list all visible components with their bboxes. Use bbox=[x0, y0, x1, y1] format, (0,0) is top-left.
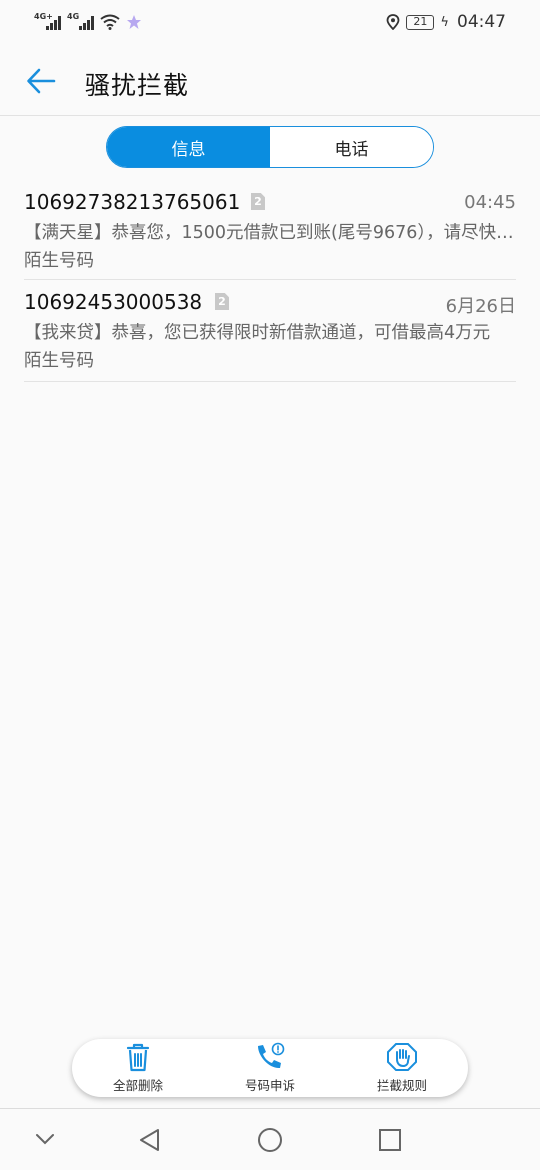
delete-all-button[interactable]: 全部删除 bbox=[78, 1042, 198, 1094]
block-rules-button[interactable]: 拦截规则 bbox=[342, 1042, 462, 1094]
signal-sim1-icon: 4G+ bbox=[34, 12, 61, 30]
tab-switcher: 信息 电话 bbox=[106, 126, 434, 168]
back-arrow-icon[interactable] bbox=[26, 66, 56, 96]
page-title: 骚扰拦截 bbox=[85, 71, 190, 100]
bottom-toolbar: 全部删除 号码申诉 拦截规则 bbox=[72, 1039, 468, 1097]
stranger-tag: 陌生号码 bbox=[24, 351, 94, 371]
battery-icon: 21 bbox=[406, 14, 435, 30]
signal-sim2-icon: 4G bbox=[67, 12, 94, 30]
status-right: 21 ϟ 04:47 bbox=[386, 12, 506, 32]
app-bar: 骚扰拦截 bbox=[0, 44, 540, 116]
wifi-icon bbox=[100, 14, 120, 30]
message-time: 04:45 bbox=[464, 192, 516, 213]
nav-home-icon[interactable] bbox=[257, 1127, 283, 1153]
sim-card-icon: 2 bbox=[251, 193, 265, 210]
message-preview: 【满天星】恭喜您，1500元借款已到账(尾号9676），请尽快查收 bbox=[24, 223, 516, 243]
system-nav-bar bbox=[0, 1108, 540, 1170]
notification-app-icon bbox=[127, 15, 141, 29]
number-appeal-button[interactable]: 号码申诉 bbox=[210, 1042, 330, 1094]
list-item[interactable]: 10692738213765061 2 04:45 【满天星】恭喜您，1500元… bbox=[24, 180, 516, 280]
nav-back-icon[interactable] bbox=[138, 1127, 162, 1153]
phone-appeal-icon bbox=[258, 1042, 285, 1069]
nav-recents-icon[interactable] bbox=[378, 1128, 402, 1152]
tab-calls[interactable]: 电话 bbox=[270, 127, 433, 167]
location-icon bbox=[387, 14, 400, 30]
message-time: 6月26日 bbox=[445, 296, 516, 317]
stop-hand-icon bbox=[387, 1043, 417, 1071]
sender-number: 10692738213765061 bbox=[24, 190, 241, 214]
list-item[interactable]: 10692453000538 2 6月26日 【我来贷】恭喜，您已获得限时新借款… bbox=[24, 280, 516, 382]
status-bar: 4G+ 4G 21 ϟ 04:47 bbox=[0, 0, 540, 44]
trash-icon bbox=[126, 1043, 150, 1072]
sender-number: 10692453000538 bbox=[24, 290, 203, 314]
stranger-tag: 陌生号码 bbox=[24, 251, 94, 271]
blocked-message-list: 10692738213765061 2 04:45 【满天星】恭喜您，1500元… bbox=[24, 180, 516, 382]
tab-messages[interactable]: 信息 bbox=[107, 127, 270, 167]
message-preview: 【我来贷】恭喜，您已获得限时新借款通道，可借最高4万元 bbox=[24, 323, 491, 343]
status-left: 4G+ 4G bbox=[34, 12, 142, 30]
charging-icon: ϟ bbox=[440, 14, 449, 30]
chevron-down-icon[interactable] bbox=[34, 1131, 56, 1147]
sim-card-icon: 2 bbox=[215, 293, 229, 310]
clock: 04:47 bbox=[457, 12, 506, 32]
